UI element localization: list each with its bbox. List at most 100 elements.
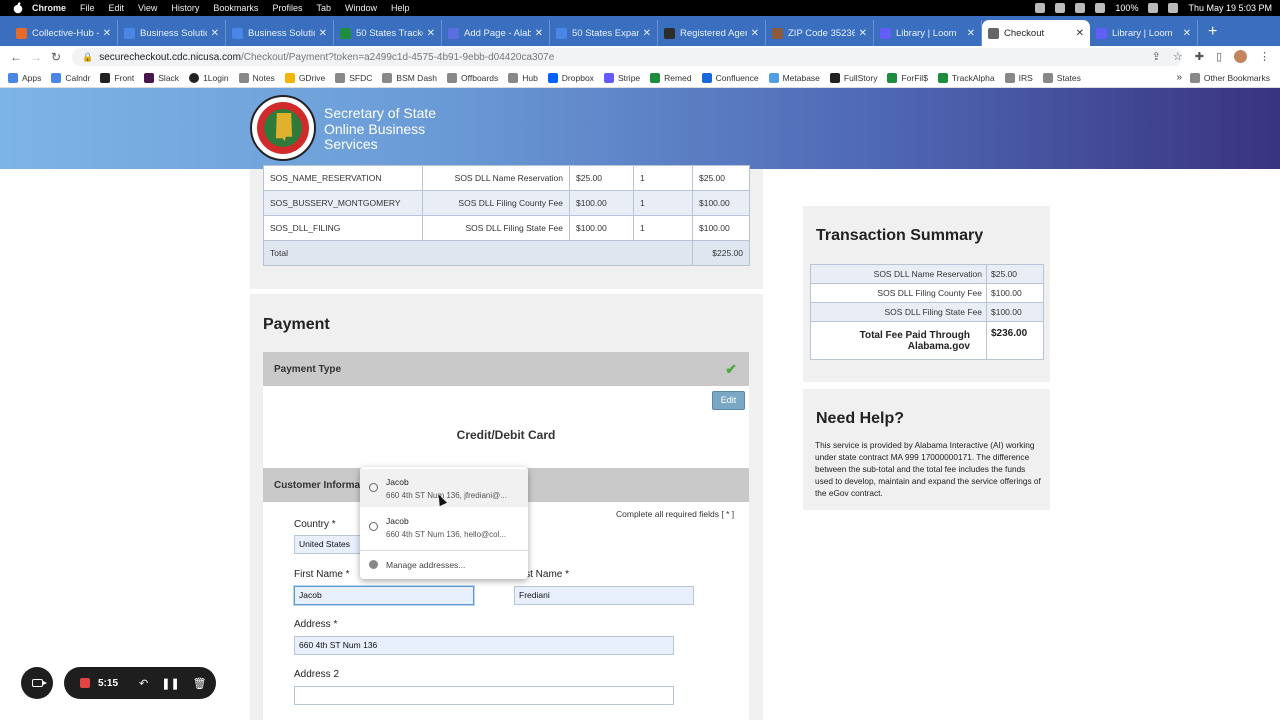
- menu-view[interactable]: View: [138, 3, 157, 13]
- tab-library-loom-2[interactable]: Library | Loom ✕: [1090, 20, 1198, 46]
- tab-add-page[interactable]: Add Page - Alab ✕: [442, 20, 550, 46]
- lock-icon[interactable]: 🔒: [82, 52, 93, 63]
- menu-edit[interactable]: Edit: [109, 3, 125, 13]
- other-bookmarks[interactable]: Other Bookmarks: [1189, 72, 1270, 83]
- bookmark-label: Stripe: [617, 72, 641, 83]
- battery-icon[interactable]: [1148, 3, 1159, 13]
- menu-app-name[interactable]: Chrome: [32, 3, 66, 13]
- bookmark-front[interactable]: Front: [100, 72, 134, 83]
- last-name-input[interactable]: Frediani: [514, 586, 694, 605]
- tab-checkout[interactable]: Checkout ✕: [982, 20, 1090, 46]
- alabama-seal-logo[interactable]: [250, 95, 316, 161]
- close-icon[interactable]: ✕: [967, 28, 975, 39]
- close-icon[interactable]: ✕: [535, 28, 543, 39]
- tab-50-states-tracker[interactable]: 50 States Tracke ✕: [334, 20, 442, 46]
- bookmark-hub[interactable]: Hub: [508, 72, 538, 83]
- bookmark-calndr[interactable]: Calndr: [51, 72, 90, 83]
- sheets-icon: [937, 72, 948, 83]
- bookmark-offboards[interactable]: Offboards: [447, 72, 498, 83]
- tab-business-solutions-2[interactable]: Business Solutio ✕: [226, 20, 334, 46]
- address-bar[interactable]: 🔒 securecheckout.cdc.nicusa.com/Checkout…: [72, 48, 1182, 66]
- loom-camera-button[interactable]: [21, 667, 53, 699]
- bookmark-metabase[interactable]: Metabase: [768, 72, 820, 83]
- close-icon[interactable]: ✕: [859, 28, 867, 39]
- menu-tab[interactable]: Tab: [316, 3, 331, 13]
- close-icon[interactable]: ✕: [211, 28, 219, 39]
- close-icon[interactable]: ✕: [1076, 28, 1084, 39]
- new-tab-button[interactable]: +: [1208, 23, 1217, 41]
- star-icon[interactable]: ☆: [1173, 50, 1183, 63]
- loom-icon[interactable]: [1055, 3, 1066, 13]
- close-icon[interactable]: ✕: [1183, 28, 1191, 39]
- bookmark-gdrive[interactable]: GDrive: [284, 72, 325, 83]
- menu-file[interactable]: File: [80, 3, 95, 13]
- bookmark-fullstory[interactable]: FullStory: [829, 72, 877, 83]
- profile-avatar[interactable]: [1234, 50, 1247, 63]
- close-icon[interactable]: ✕: [751, 28, 759, 39]
- tab-zip-code[interactable]: ZIP Code 35236 ✕: [766, 20, 874, 46]
- edit-button[interactable]: Edit: [712, 391, 745, 410]
- sidebar-icon[interactable]: ▯: [1216, 50, 1222, 63]
- tab-library-loom-1[interactable]: Library | Loom ✕: [874, 20, 982, 46]
- table-total-row: Total $225.00: [263, 240, 750, 266]
- wifi-icon[interactable]: [1075, 3, 1086, 13]
- menubar-clock[interactable]: Thu May 19 5:03 PM: [1188, 3, 1272, 13]
- bookmark-bsm-dash[interactable]: BSM Dash: [382, 72, 437, 83]
- pause-icon[interactable]: ❚❚: [161, 677, 179, 690]
- extensions-icon[interactable]: ✚: [1195, 50, 1204, 63]
- tab-registered-agent[interactable]: Registered Agen ✕: [658, 20, 766, 46]
- forward-arrow-icon[interactable]: →: [26, 50, 46, 64]
- tab-collective-hub[interactable]: Collective-Hub - ✕: [10, 20, 118, 46]
- address-input[interactable]: 660 4th ST Num 136: [294, 636, 674, 655]
- menu-help[interactable]: Help: [391, 3, 410, 13]
- bookmark-slack[interactable]: Slack: [144, 72, 179, 83]
- bookmarks-overflow-button[interactable]: »: [1176, 72, 1182, 83]
- bookmark-states[interactable]: States: [1042, 72, 1081, 83]
- stop-recording-icon[interactable]: [80, 678, 90, 688]
- share-icon[interactable]: ⇪: [1152, 50, 1161, 63]
- undo-icon[interactable]: ↶: [139, 677, 148, 690]
- first-name-input[interactable]: Jacob: [294, 586, 474, 605]
- menu-bookmarks[interactable]: Bookmarks: [213, 3, 258, 13]
- site-title-line: Online Business: [324, 120, 426, 137]
- payment-type-label: Payment Type: [274, 363, 342, 375]
- bookmark-confluence[interactable]: Confluence: [701, 72, 759, 83]
- suggestion-name: Jacob: [386, 477, 409, 487]
- apple-icon[interactable]: [12, 2, 24, 14]
- bookmark-dropbox[interactable]: Dropbox: [547, 72, 594, 83]
- table-row: SOS_NAME_RESERVATION SOS DLL Name Reserv…: [263, 165, 750, 191]
- back-arrow-icon[interactable]: ←: [6, 50, 26, 64]
- bookmark-irs[interactable]: IRS: [1004, 72, 1033, 83]
- bookmark-sfdc[interactable]: SFDC: [335, 72, 372, 83]
- trash-icon[interactable]: 🗑: [193, 677, 207, 690]
- bookmark-remed[interactable]: Remed: [650, 72, 692, 83]
- bookmark-stripe[interactable]: Stripe: [603, 72, 641, 83]
- tab-50-states-expansion[interactable]: 50 States Expanc ✕: [550, 20, 658, 46]
- stripe-icon: [603, 72, 614, 83]
- bookmark-notes[interactable]: Notes: [238, 72, 275, 83]
- bookmark-trackalpha[interactable]: TrackAlpha: [937, 72, 995, 83]
- search-icon[interactable]: [1168, 3, 1179, 13]
- close-icon[interactable]: ✕: [319, 28, 327, 39]
- close-icon[interactable]: ✕: [427, 28, 435, 39]
- bookmark-forfils[interactable]: ForFil$: [887, 72, 928, 83]
- fees-table: SOS_NAME_RESERVATION SOS DLL Name Reserv…: [263, 165, 750, 266]
- manage-addresses-link[interactable]: Manage addresses...: [386, 560, 465, 570]
- menu-profiles[interactable]: Profiles: [272, 3, 302, 13]
- bluetooth-icon[interactable]: [1095, 3, 1106, 13]
- close-icon[interactable]: ✕: [643, 28, 651, 39]
- close-icon[interactable]: ✕: [103, 28, 111, 39]
- menu-history[interactable]: History: [171, 3, 199, 13]
- payment-type-header: Payment Type ✔: [263, 352, 749, 386]
- bookmark-1login[interactable]: 1Login: [189, 72, 229, 83]
- menu-window[interactable]: Window: [345, 3, 377, 13]
- autofill-suggestion[interactable]: Jacob 660 4th ST Num 136, hello@col...: [360, 508, 528, 546]
- bookmark-apps[interactable]: Apps: [8, 72, 41, 83]
- gdrive-icon: [284, 72, 295, 83]
- tab-business-solutions-1[interactable]: Business Solutio ✕: [118, 20, 226, 46]
- kebab-menu-icon[interactable]: ⋮: [1259, 50, 1270, 63]
- address2-input[interactable]: [294, 686, 674, 705]
- microphone-icon[interactable]: [1035, 3, 1046, 13]
- site-title[interactable]: Secretary of State Online Business Servi…: [324, 105, 464, 153]
- reload-icon[interactable]: ↻: [46, 50, 66, 64]
